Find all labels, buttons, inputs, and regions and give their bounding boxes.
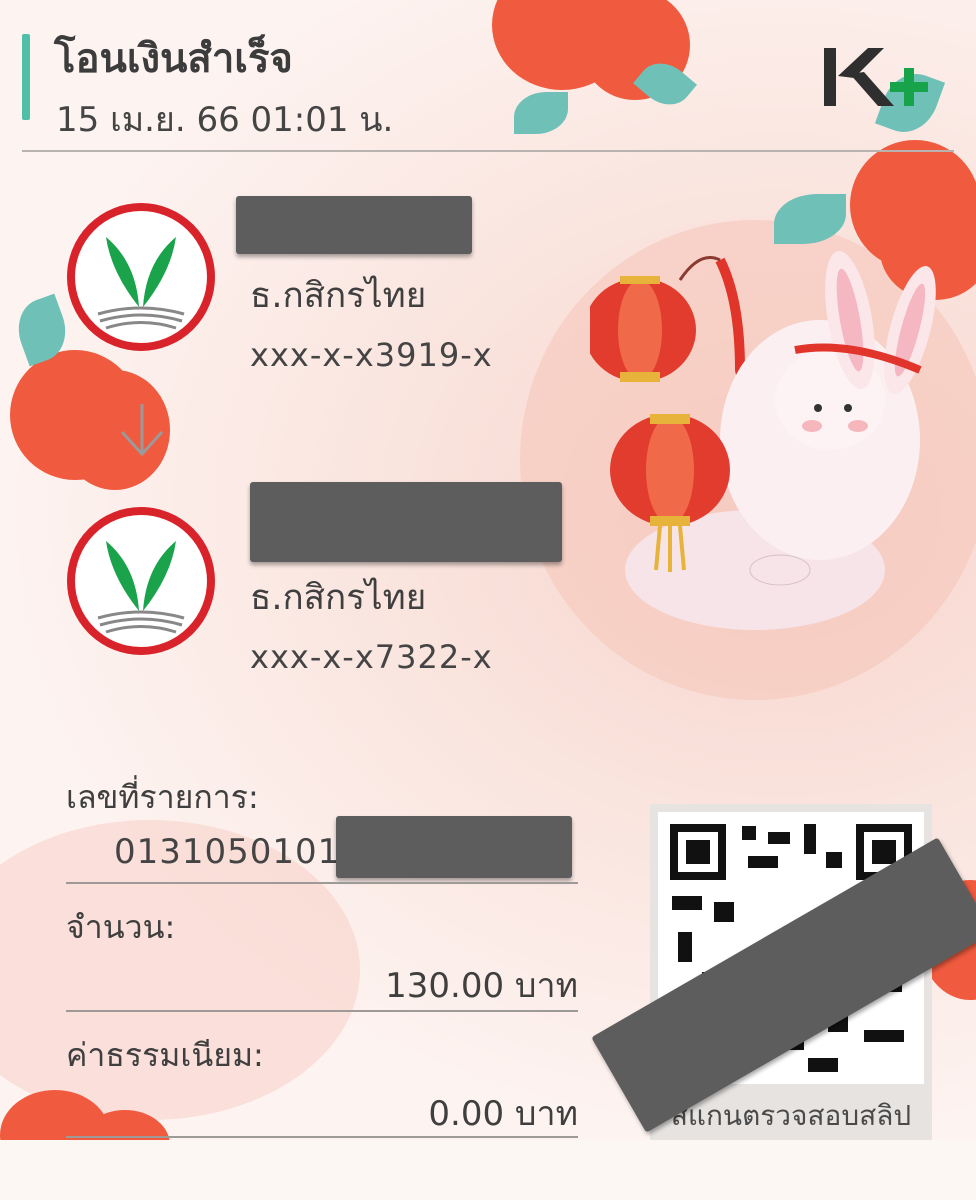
detail-divider — [66, 882, 578, 884]
receiver-bank-logo-icon — [66, 506, 216, 656]
reference-label: เลขที่รายการ: — [66, 778, 259, 816]
fee-label: ค่าธรรมเนียม: — [66, 1036, 264, 1074]
transfer-slip: โอนเงินสำเร็จ 15 เม.ย. 66 01:01 น. ธ.กสิ… — [0, 0, 976, 1140]
header-divider — [22, 150, 954, 152]
amount-value: 130.00 บาท — [385, 966, 578, 1006]
page-title: โอนเงินสำเร็จ — [54, 36, 293, 82]
sender-account-number: xxx-x-x3919-x — [250, 336, 493, 374]
amount-label: จำนวน: — [66, 908, 176, 946]
sender-bank-logo-icon — [66, 202, 216, 352]
sender-name-redacted — [236, 196, 472, 254]
fee-value: 0.00 บาท — [428, 1094, 578, 1134]
rabbit-lantern-illustration — [590, 250, 936, 630]
header-accent-bar — [22, 34, 30, 120]
arrow-down-icon — [112, 400, 172, 460]
transaction-datetime: 15 เม.ย. 66 01:01 น. — [56, 100, 394, 140]
receiver-name-redacted — [250, 482, 562, 562]
reference-number: 0131050101 — [114, 832, 341, 872]
detail-divider — [66, 1136, 578, 1138]
footer-background — [0, 1140, 976, 1200]
reference-number-redacted — [336, 816, 572, 878]
detail-divider — [66, 1010, 578, 1012]
sender-bank-name: ธ.กสิกรไทย — [250, 276, 427, 316]
receiver-bank-name: ธ.กสิกรไทย — [250, 578, 427, 618]
kplus-logo-icon — [820, 44, 936, 108]
receiver-account-number: xxx-x-x7322-x — [250, 638, 493, 676]
